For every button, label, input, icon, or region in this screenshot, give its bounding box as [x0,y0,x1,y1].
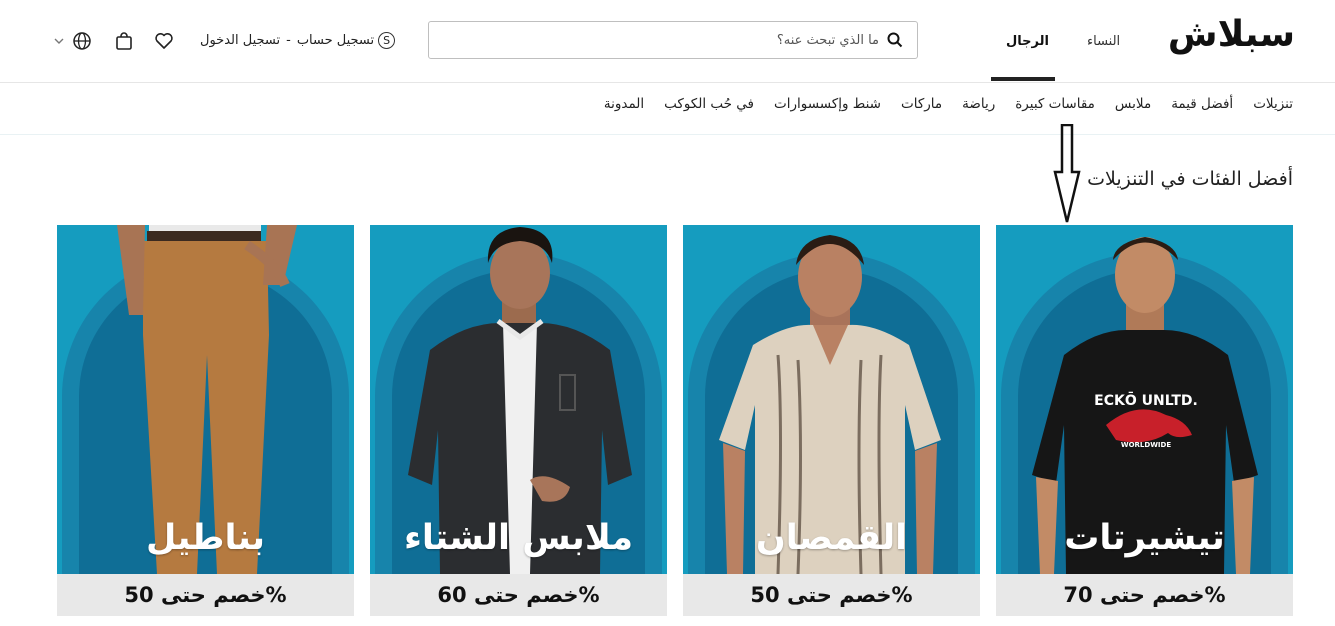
search-placeholder: ما الذي تبحث عنه؟ [776,33,879,48]
category-card-tshirts[interactable]: ECKŌ UNLTD. WORLDWIDE تيشيرتات خصم حتى 7… [996,225,1293,616]
product-image: ملابس الشتاء [370,225,667,574]
category-card-winter[interactable]: ملابس الشتاء خصم حتى 60% [370,225,667,616]
search-input[interactable]: ما الذي تبحث عنه؟ [428,21,918,59]
globe-icon[interactable] [72,31,92,51]
category-card-shirts[interactable]: القمصان خصم حتى 50% [683,225,980,616]
nav-item-sale[interactable]: تنزيلات [1253,96,1293,112]
product-image: القمصان [683,225,980,574]
site-header: سبلاش النساء الرجال ما الذي تبحث عنه؟ S … [0,0,1335,83]
card-label: بناطيل [145,518,266,558]
register-link[interactable]: تسجيل حساب [297,33,374,48]
shirt-print: ECKŌ UNLTD. [1094,391,1198,409]
shirt-print-sub: WORLDWIDE [1121,441,1171,449]
nav-item-bags-accessories[interactable]: شنط وإكسسوارات [774,96,881,112]
heart-icon[interactable] [154,31,174,51]
login-link[interactable]: تسجيل الدخول [200,33,280,48]
section-title: أفضل الفئات في التنزيلات [1087,168,1293,190]
card-discount: خصم حتى 50% [57,574,354,616]
nav-item-clothing[interactable]: ملابس [1115,96,1151,112]
nav-item-blog[interactable]: المدونة [604,96,644,112]
card-label: القمصان [755,518,908,558]
account-links: S تسجيل حساب - تسجيل الدخول [200,32,396,49]
card-label: ملابس الشتاء [403,518,634,558]
category-card-pants[interactable]: بناطيل خصم حتى 50% [57,225,354,616]
product-image: بناطيل [57,225,354,574]
nav-item-brands[interactable]: ماركات [901,96,942,112]
card-label: تيشيرتات [1064,518,1225,558]
product-image: ECKŌ UNLTD. WORLDWIDE تيشيرتات [996,225,1293,574]
active-tab-indicator [991,77,1055,81]
nav-item-best-value[interactable]: أفضل قيمة [1171,96,1233,112]
card-discount: خصم حتى 70% [996,574,1293,616]
tab-men[interactable]: الرجال [1006,34,1049,49]
chevron-down-icon[interactable] [52,31,66,51]
down-arrow-icon [1053,124,1081,223]
nav-item-sports[interactable]: رياضة [962,96,995,112]
coin-icon: S [378,32,396,49]
card-discount: خصم حتى 60% [370,574,667,616]
bag-icon[interactable] [114,31,134,51]
nav-item-plus-size[interactable]: مقاسات كبيرة [1015,96,1095,112]
tab-women[interactable]: النساء [1087,34,1120,49]
nav-item-love-planet[interactable]: في حُب الكوكب [664,96,754,112]
card-discount: خصم حتى 50% [683,574,980,616]
category-nav: تنزيلات أفضل قيمة ملابس مقاسات كبيرة ريا… [0,82,1335,135]
logo[interactable]: سبلاش [1168,14,1296,55]
search-icon[interactable] [887,32,903,48]
separator: - [286,33,291,48]
